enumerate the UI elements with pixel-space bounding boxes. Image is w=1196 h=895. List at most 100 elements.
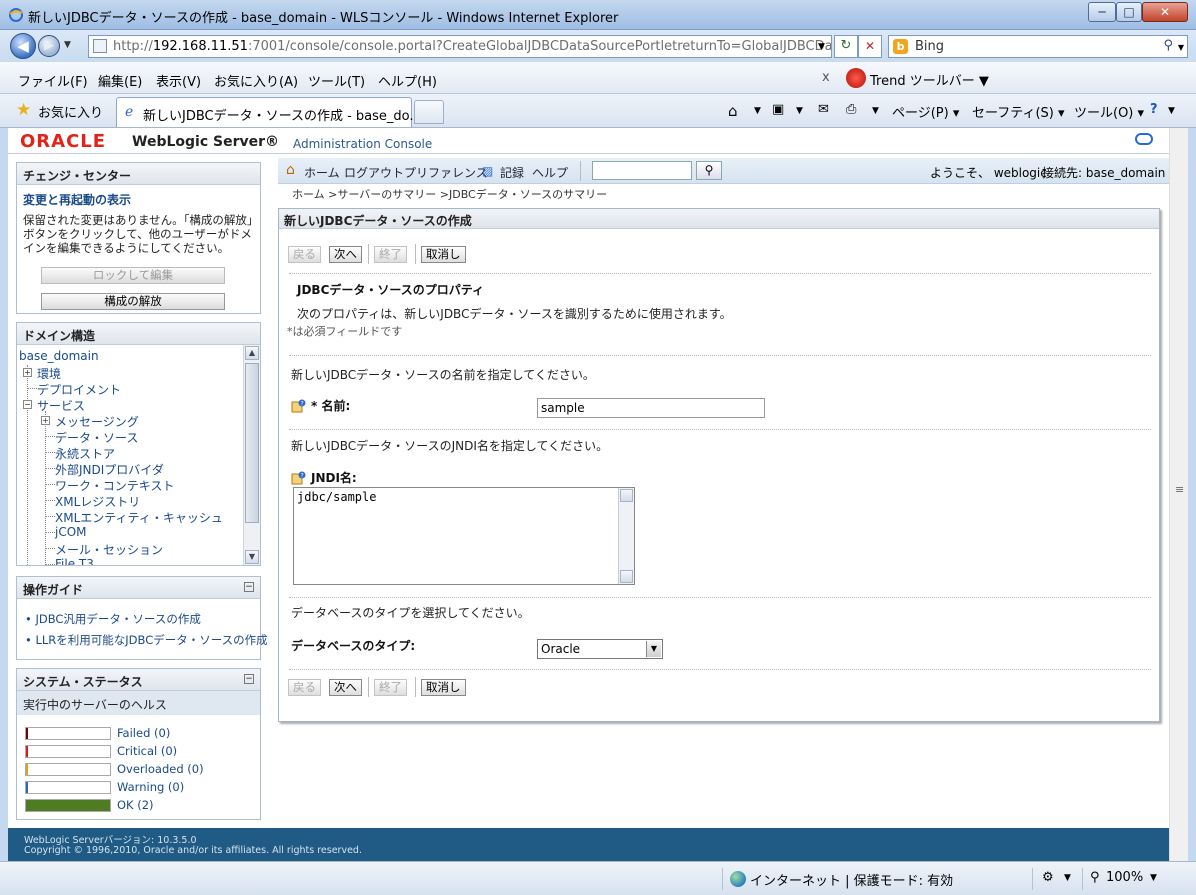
back-button[interactable]: ◀	[10, 33, 36, 59]
menu-file[interactable]: ファイル(F)	[18, 71, 88, 90]
history-dropdown-icon[interactable]: ▼	[64, 40, 71, 50]
close-toolbar-icon[interactable]: x	[822, 70, 830, 85]
breadcrumb[interactable]: ホーム >サーバーのサマリー >JDBCデータ・ソースのサマリー	[292, 186, 607, 202]
zoom-icon[interactable]: ⚲	[1090, 870, 1100, 885]
forward-button[interactable]: ▶	[38, 35, 60, 57]
favorites-button[interactable]: お気に入り	[38, 102, 103, 121]
menu-help[interactable]: ヘルプ(H)	[378, 71, 437, 90]
help-icon[interactable]: ?	[1150, 102, 1158, 117]
tree-node-work-contexts[interactable]: ワーク・コンテキスト	[55, 477, 174, 494]
favorites-star-icon[interactable]: ★	[16, 100, 31, 120]
scroll-thumb[interactable]	[245, 363, 259, 523]
tree-node-environment[interactable]: 環境	[37, 365, 61, 382]
menu-edit[interactable]: 編集(E)	[98, 71, 142, 90]
logout-link[interactable]: ログアウト	[344, 164, 404, 181]
health-label[interactable]: Critical (0)	[117, 744, 177, 758]
print-icon[interactable]: ⎙	[846, 102, 856, 117]
field-help-icon[interactable]: ?	[291, 471, 307, 485]
preferences-link[interactable]: プリファレンス	[404, 164, 488, 181]
collapse-services-icon[interactable]: −	[23, 400, 32, 409]
new-tab-button[interactable]	[414, 100, 444, 124]
howto-create-llr-datasource[interactable]: LLRを利用可能なJDBCデータ・ソースの作成	[25, 632, 267, 648]
print-dropdown-icon[interactable]: ▼	[872, 106, 879, 116]
scroll-up-icon[interactable]	[620, 489, 633, 502]
lock-and-edit-button[interactable]: ロックして編集	[41, 267, 225, 284]
tree-node-persistent-stores[interactable]: 永続ストア	[55, 445, 115, 462]
scroll-up-icon[interactable]: ▲	[245, 346, 259, 360]
scroll-grip-icon[interactable]: ≡	[1175, 483, 1184, 496]
release-configuration-button[interactable]: 構成の解放	[41, 293, 225, 310]
minimize-panel-icon[interactable]: −	[244, 582, 254, 592]
console-search-button[interactable]: ⚲	[696, 161, 722, 180]
safety-menu[interactable]: セーフティ(S) ▾	[972, 102, 1065, 121]
back-button[interactable]: 戻る	[288, 246, 321, 263]
help-dropdown-icon[interactable]: ▼	[1168, 106, 1175, 116]
tree-node-data-sources[interactable]: データ・ソース	[55, 429, 138, 446]
feeds-icon[interactable]: ▣	[772, 102, 784, 117]
back-button-bottom[interactable]: 戻る	[288, 679, 321, 696]
search-dropdown-icon[interactable]: ▼	[1178, 43, 1184, 52]
health-label[interactable]: OK (2)	[117, 798, 154, 812]
chevron-down-icon[interactable]: ▼	[646, 641, 661, 657]
tree-node-file-t3[interactable]: File T3	[55, 557, 94, 565]
console-search-input[interactable]	[592, 161, 692, 180]
health-label[interactable]: Warning (0)	[117, 780, 184, 794]
protected-mode-icon[interactable]: ⚙	[1042, 870, 1054, 885]
next-button-bottom[interactable]: 次へ	[329, 679, 362, 696]
stop-button[interactable]: ✕	[858, 35, 882, 58]
tree-node-jcom[interactable]: jCOM	[55, 525, 87, 539]
search-box[interactable]: b Bing ⚲ ▼	[888, 35, 1188, 58]
howto-create-generic-datasource[interactable]: JDBC汎用データ・ソースの作成	[25, 611, 200, 627]
protected-mode-dropdown-icon[interactable]: ▼	[1064, 873, 1071, 883]
tree-node-deployments[interactable]: デプロイメント	[37, 381, 121, 398]
close-button[interactable]: ✕	[1142, 2, 1188, 22]
mail-icon[interactable]: ✉	[818, 102, 829, 117]
address-dropdown-icon[interactable]: ▼	[818, 42, 825, 52]
resize-handle-icon[interactable]	[620, 570, 633, 583]
cancel-button[interactable]: 取消し	[421, 246, 466, 263]
security-zone-text[interactable]: インターネット | 保護モード: 有効	[750, 870, 953, 889]
tree-node-base-domain[interactable]: base_domain	[19, 349, 99, 363]
console-help-icon[interactable]	[1135, 133, 1153, 145]
home-dropdown-icon[interactable]: ▼	[754, 106, 761, 116]
home-icon[interactable]: ⌂	[728, 102, 738, 120]
view-changes-link[interactable]: 変更と再起動の表示	[23, 191, 131, 208]
expand-env-icon[interactable]: +	[23, 368, 32, 377]
zoom-level[interactable]: 100%	[1106, 870, 1143, 885]
tree-node-messaging[interactable]: メッセージング	[55, 413, 139, 430]
address-input[interactable]: http://192.168.11.51:7001/console/consol…	[88, 35, 832, 58]
jndi-name-textarea[interactable]: jdbc/sample	[293, 487, 635, 585]
finish-button-bottom[interactable]: 終了	[374, 679, 407, 696]
expand-messaging-icon[interactable]: +	[41, 416, 50, 425]
health-label[interactable]: Overloaded (0)	[117, 762, 204, 776]
maximize-button[interactable]: □	[1116, 2, 1142, 22]
zoom-dropdown-icon[interactable]: ▼	[1150, 873, 1157, 883]
search-icon[interactable]: ⚲	[1163, 38, 1173, 53]
next-button[interactable]: 次へ	[329, 246, 362, 263]
name-input[interactable]: sample	[537, 398, 765, 418]
minimize-button[interactable]: ─	[1088, 2, 1116, 22]
field-help-icon[interactable]: ?	[291, 399, 307, 413]
trend-toolbar-menu[interactable]: Trend ツールバー ▼	[870, 70, 989, 89]
home-link[interactable]: ホーム	[304, 164, 340, 181]
health-label[interactable]: Failed (0)	[117, 726, 170, 740]
help-link[interactable]: ヘルプ	[532, 164, 568, 181]
tree-scrollbar[interactable]: ▲ ▼	[243, 345, 260, 565]
browser-tab[interactable]: ℯ 新しいJDBCデータ・ソースの作成 - base_do...	[116, 97, 422, 127]
home-icon[interactable]: ⌂	[286, 162, 295, 178]
db-type-select[interactable]: Oracle ▼	[537, 639, 663, 659]
menu-view[interactable]: 表示(V)	[156, 71, 201, 90]
textarea-scrollbar[interactable]	[618, 488, 634, 584]
finish-button[interactable]: 終了	[374, 246, 407, 263]
menu-tools[interactable]: ツール(T)	[308, 71, 365, 90]
menu-favorites[interactable]: お気に入り(A)	[214, 71, 298, 90]
record-link[interactable]: 記録	[500, 164, 524, 181]
cancel-button-bottom[interactable]: 取消し	[421, 679, 466, 696]
page-menu[interactable]: ページ(P) ▾	[892, 102, 959, 121]
record-icon[interactable]: ▨	[482, 164, 493, 178]
tree-node-xml-entity-caches[interactable]: XMLエンティティ・キャッシュ	[55, 509, 223, 526]
scroll-down-icon[interactable]: ▼	[245, 550, 259, 564]
refresh-button[interactable]: ↻	[834, 35, 858, 58]
feeds-dropdown-icon[interactable]: ▼	[796, 106, 803, 116]
tools-menu[interactable]: ツール(O) ▾	[1074, 102, 1144, 121]
